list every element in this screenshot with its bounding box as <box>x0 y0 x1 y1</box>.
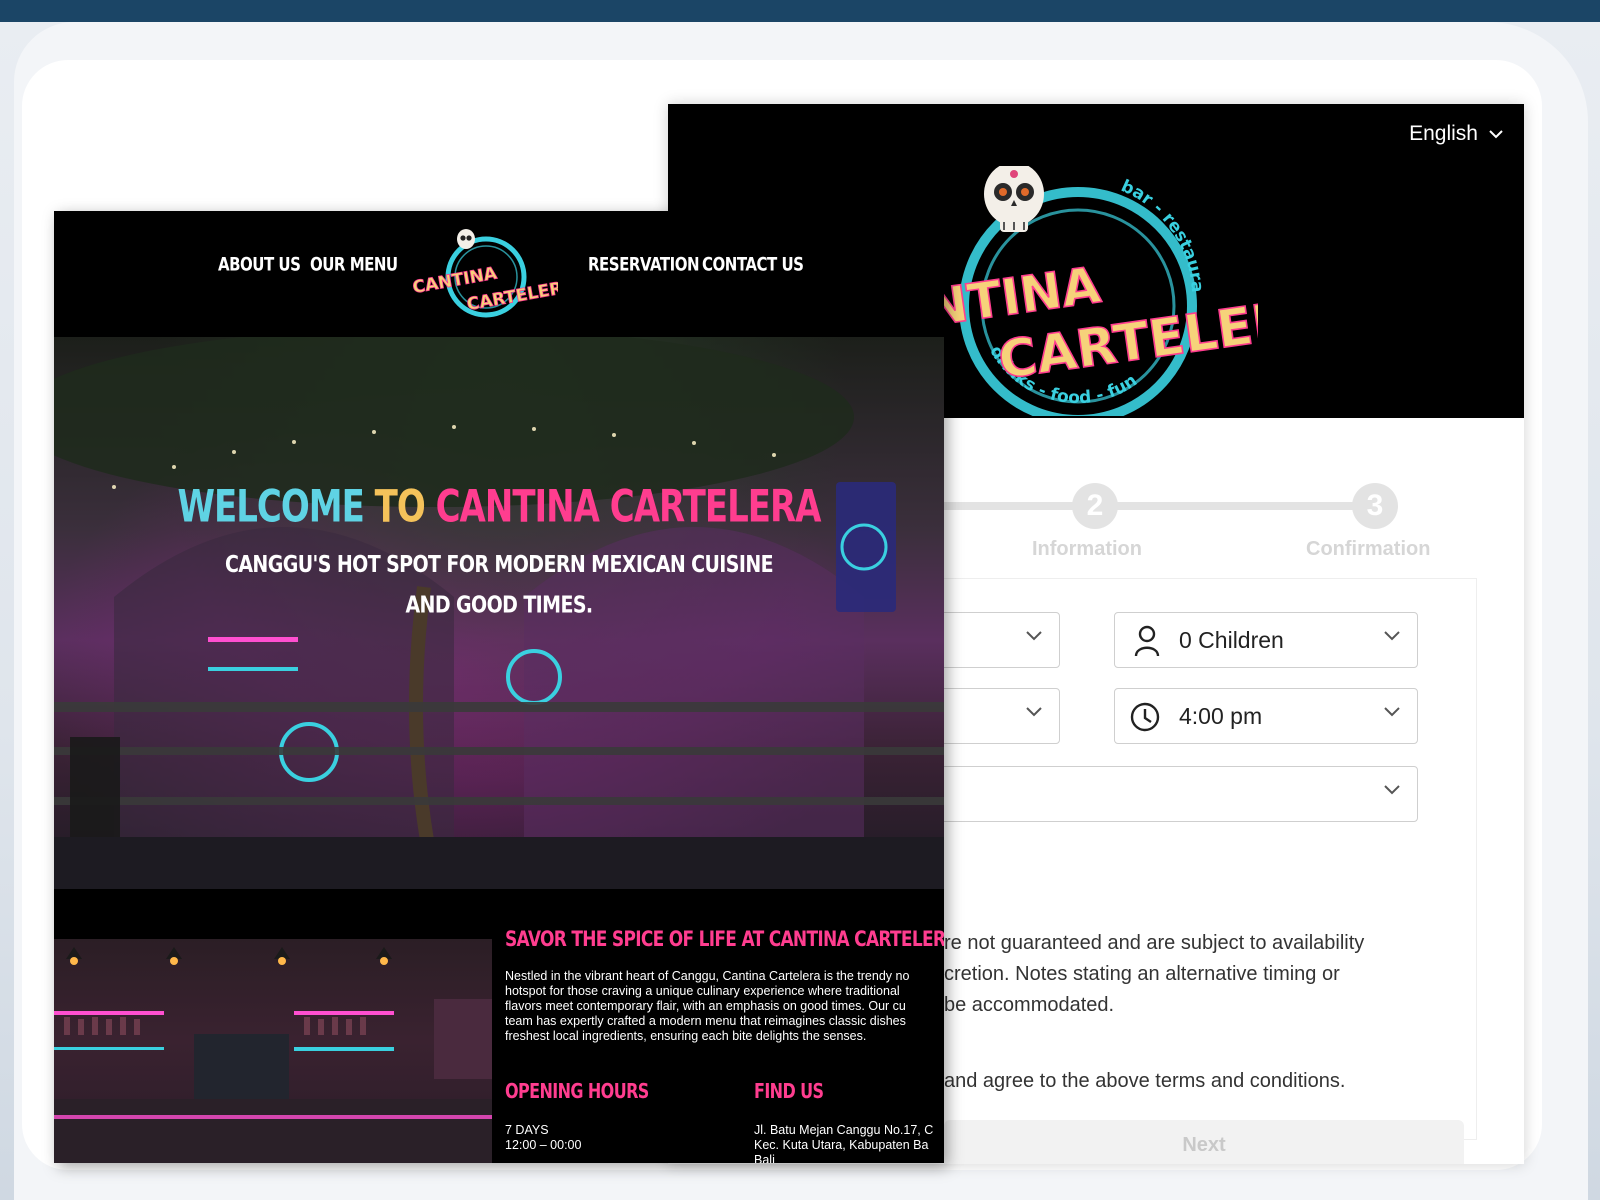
about-line: freshest local ingredients, ensuring eac… <box>505 1029 867 1043</box>
chevron-down-icon <box>1384 785 1400 795</box>
language-selector[interactable]: English <box>1409 122 1504 146</box>
children-select[interactable]: 0 Children <box>1114 612 1418 668</box>
chevron-down-icon <box>1384 707 1400 717</box>
chevron-down-icon <box>1384 631 1400 641</box>
nav-about-us[interactable]: ABOUT US <box>218 253 301 276</box>
skull-icon <box>984 166 1044 232</box>
person-icon <box>1134 625 1160 657</box>
address-line: Jl. Batu Mejan Canggu No.17, C <box>754 1123 934 1137</box>
time-value: 4:00 pm <box>1179 702 1263 729</box>
about-line: team has expertly crafted a modern menu … <box>505 1014 906 1028</box>
bar-photo <box>54 939 492 1163</box>
site-navbar: ABOUT US OUR MENU CANTINA CARTELERA RESE… <box>54 211 944 337</box>
address-line: Bali <box>754 1153 775 1163</box>
skull-icon <box>457 229 475 249</box>
about-line: hotspot for those craving a unique culin… <box>505 984 900 998</box>
about-heading: SAVOR THE SPICE OF LIFE AT CANTINA CARTE… <box>505 927 944 952</box>
about-paragraph: Nestled in the vibrant heart of Canggu, … <box>505 969 944 1044</box>
hours-time: 12:00 – 00:00 <box>505 1138 582 1152</box>
find-us-text: Jl. Batu Mejan Canggu No.17, C Kec. Kuta… <box>754 1123 933 1163</box>
chevron-down-icon <box>1489 130 1503 139</box>
time-select[interactable]: 4:00 pm <box>1114 688 1418 744</box>
step-3-circle: 3 <box>1352 483 1398 529</box>
step-3-label: Confirmation <box>1306 538 1431 560</box>
restaurant-logo: bar - restaurant drinks - food - fun ANT… <box>898 166 1258 416</box>
hero-title-to: TO <box>374 481 436 533</box>
opening-hours-heading: OPENING HOURS <box>505 1079 649 1103</box>
hero-title-name: CANTINA CARTELERA <box>435 481 822 533</box>
site-logo[interactable]: CANTINA CARTELERA <box>408 225 558 325</box>
step-2-label: Information <box>1032 538 1142 560</box>
children-value: 0 Children <box>1179 626 1284 653</box>
nav-contact-us[interactable]: CONTACT US <box>702 253 804 276</box>
website-mockup: ABOUT US OUR MENU CANTINA CARTELERA RESE… <box>54 211 944 1163</box>
area-select[interactable]: a <box>868 766 1418 822</box>
hero-title-welcome: WELCOME <box>177 481 375 533</box>
find-us-heading: FIND US <box>754 1079 824 1103</box>
bar-illustration <box>54 939 492 1163</box>
nav-our-menu[interactable]: OUR MENU <box>310 253 398 276</box>
booking-note: re not guaranteed and are subject to ava… <box>944 928 1484 1021</box>
clock-icon <box>1130 702 1160 732</box>
about-line: Nestled in the vibrant heart of Canggu, … <box>505 969 910 983</box>
opening-hours-text: 7 DAYS 12:00 – 00:00 <box>505 1123 581 1153</box>
hero-subtitle: CANGGU'S HOT SPOT FOR MODERN MEXICAN CUI… <box>224 551 774 619</box>
note-line: re not guaranteed and are subject to ava… <box>944 932 1365 954</box>
hours-days: 7 DAYS <box>505 1123 549 1137</box>
nav-reservation[interactable]: RESERVATION <box>588 253 700 276</box>
about-line: flavors meet contemporary flair, with an… <box>505 999 906 1013</box>
note-line: be accommodated. <box>944 994 1115 1016</box>
hero-title: WELCOME TO CANTINA CARTELERA <box>54 481 944 533</box>
next-button[interactable]: Next <box>944 1120 1464 1164</box>
step-2-circle: 2 <box>1072 483 1118 529</box>
hero-section: WELCOME TO CANTINA CARTELERA CANGGU'S HO… <box>54 337 944 889</box>
note-line: cretion. Notes stating an alternative ti… <box>944 963 1340 985</box>
language-label: English <box>1409 122 1478 145</box>
chevron-down-icon <box>1026 707 1042 717</box>
address-line: Kec. Kuta Utara, Kabupaten Ba <box>754 1138 929 1152</box>
about-section: SAVOR THE SPICE OF LIFE AT CANTINA CARTE… <box>54 889 944 1163</box>
terms-agreement[interactable]: and agree to the above terms and conditi… <box>944 1070 1345 1093</box>
chevron-down-icon <box>1026 631 1042 641</box>
